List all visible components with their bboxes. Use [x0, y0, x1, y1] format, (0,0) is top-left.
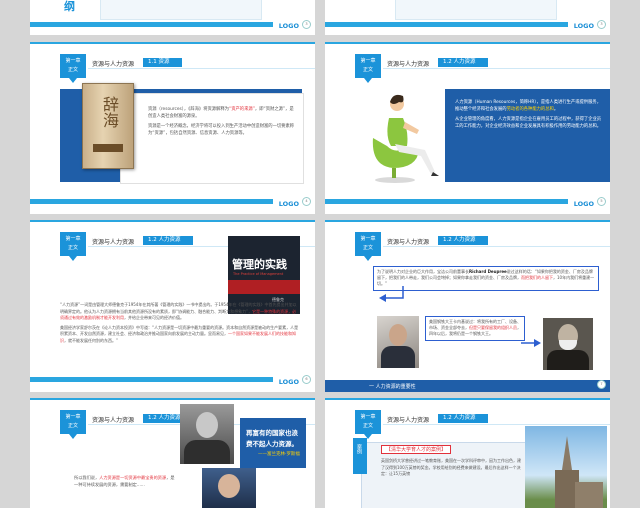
- chapter-badge: 第一章 正文: [355, 232, 381, 261]
- page-number: 5: [597, 197, 606, 206]
- quote-banner-line1: 再富有的国家也浪: [246, 429, 298, 437]
- resource-text: 资源（resources），《辞海》将资源解释为“资产的来源”，即“资财之源”，…: [148, 107, 295, 136]
- case-title: 【清华大学育人才的案例】: [381, 445, 452, 454]
- section-title: 资源与人力资源: [92, 239, 135, 246]
- slide-roosevelt[interactable]: 第一章 正文 资源与人力资源 1.2 人力资源 再富有的国家也浪 费不起人力资源。…: [30, 398, 315, 508]
- slide-importance[interactable]: 第一章 正文 资源与人力资源 1.2 人力资源 为了说明人力对企业的巨大作用，宝洁…: [325, 220, 610, 392]
- bottom-bar: [30, 199, 273, 204]
- slide-top-left-fragment: 纲: [64, 0, 75, 13]
- logo: LOGO: [278, 378, 299, 386]
- slide-top-line: [325, 42, 610, 44]
- subtitle-tab: 1.2 人力资源: [438, 236, 488, 245]
- drucker-text: “人力资源”一词是由管理大师德鲁克于1954年在其所著《管理的实践》一书中提出的…: [60, 302, 299, 343]
- slide-top-left-card: [100, 0, 262, 20]
- header-line: [383, 68, 610, 69]
- bottom-bar: [325, 199, 568, 204]
- slide-top-left[interactable]: 纲 LOGO 3: [30, 0, 315, 35]
- page-number: 4: [302, 197, 311, 206]
- subtitle-tab: 1.2 人力资源: [438, 414, 488, 423]
- woman-chair-illustration: [372, 94, 439, 183]
- slide-top-line: [30, 398, 315, 400]
- roosevelt-photo: [180, 404, 234, 464]
- arrow-right-icon: [521, 339, 541, 347]
- book-practice-title: 管理的实践: [232, 258, 287, 271]
- section-title: 资源与人力资源: [387, 417, 430, 424]
- bottom-bar: [30, 377, 273, 382]
- header-line: [88, 68, 315, 69]
- hr-text: 人力资源（Human Resources，简称HR），是指人类进行生产或提供服务…: [455, 100, 602, 129]
- page-number: 6: [302, 375, 311, 384]
- chapter-badge: 第一章 正文: [355, 410, 381, 439]
- slide-top-line: [325, 220, 610, 222]
- slide-drucker[interactable]: 第一章 正文 资源与人力资源 1.2 人力资源 管理的实践 The Practic…: [30, 220, 315, 392]
- slide-resources[interactable]: 第一章 正文 资源与人力资源 1.1 资源 辞海 资源（resources），《辞…: [30, 42, 315, 214]
- section-title: 资源与人力资源: [92, 61, 135, 68]
- slide-top-line: [325, 398, 610, 400]
- slide-human-resources[interactable]: 第一章 正文 资源与人力资源 1.2 人力资源 人力资源（Human Resour…: [325, 42, 610, 214]
- slide-top-line: [30, 220, 315, 222]
- book-practice-band: [228, 280, 300, 294]
- chapter-badge: 第一章 正文: [60, 232, 86, 261]
- bottom-bar: [30, 22, 273, 27]
- deupree-photo: [377, 316, 419, 368]
- logo: LOGO: [278, 200, 299, 208]
- logo: LOGO: [573, 200, 594, 208]
- case-text: 英国剑桥大学曾经讲过一笔教育账，美国在一次学科评审中，因为工作出色，建了汉得到1…: [381, 458, 521, 476]
- slide-top-right[interactable]: LOGO 3: [325, 0, 610, 35]
- book-cihai-title: 辞海: [100, 96, 119, 128]
- section-title: 资源与人力资源: [92, 417, 135, 424]
- book-spine-band: [93, 144, 123, 152]
- arrow-icon: [379, 286, 404, 302]
- header-line: [383, 246, 610, 247]
- slide-case[interactable]: 第一章 正文 资源与人力资源 1.2 人力资源 案例 【清华大学育人才的案例】 英…: [325, 398, 610, 508]
- church-photo: [525, 426, 607, 508]
- logo: LOGO: [278, 22, 299, 30]
- chapter-badge: 第一章 正文: [60, 54, 86, 83]
- subtitle-tab: 1.2 人力资源: [438, 58, 488, 67]
- roosevelt-text: 所以我们说，人力资源是一切资源中最宝贵的资源，是一种可持续发展的资源，需要制定.…: [74, 475, 175, 487]
- case-tag-label: 案例: [356, 444, 362, 454]
- subtitle-tab: 1.1 资源: [143, 58, 182, 67]
- slide-top-right-card: [395, 0, 557, 20]
- footer-banner-text: 一 人力资源的重要性: [369, 384, 416, 390]
- chapter-badge: 第一章 正文: [355, 54, 381, 83]
- quote-banner-line2: 费不起人力资源。: [246, 440, 298, 448]
- quote-banner: 再富有的国家也浪 费不起人力资源。 ——富兰克林·罗斯福: [240, 418, 306, 468]
- slide-top-line: [30, 42, 315, 44]
- book-cihai-image: 辞海: [82, 83, 134, 169]
- page-number: 3: [302, 20, 311, 29]
- page-number: 3: [597, 20, 606, 29]
- footer-banner: 一 人力资源的重要性: [325, 380, 610, 392]
- quote-banner-author: ——富兰克林·罗斯福: [258, 452, 300, 457]
- logo: LOGO: [573, 22, 594, 30]
- bottom-bar: [325, 22, 568, 27]
- page-number: 7: [597, 380, 606, 389]
- section-title: 资源与人力资源: [387, 239, 430, 246]
- chapter-badge: 第一章 正文: [60, 410, 86, 439]
- section-title: 资源与人力资源: [387, 61, 430, 68]
- gates-photo: [202, 468, 256, 508]
- carnegie-quote-box: 美国钢铁大王卡内基说过：将我所有的工厂、设备、市场、资金全部夺去，但是只要保留我…: [425, 316, 525, 341]
- subtitle-tab: 1.2 人力资源: [143, 236, 193, 245]
- carnegie-photo: [543, 318, 593, 370]
- case-tag: 案例: [353, 438, 367, 474]
- book-practice-subtitle: The Practice of Management: [233, 272, 284, 276]
- header-line: [383, 424, 610, 425]
